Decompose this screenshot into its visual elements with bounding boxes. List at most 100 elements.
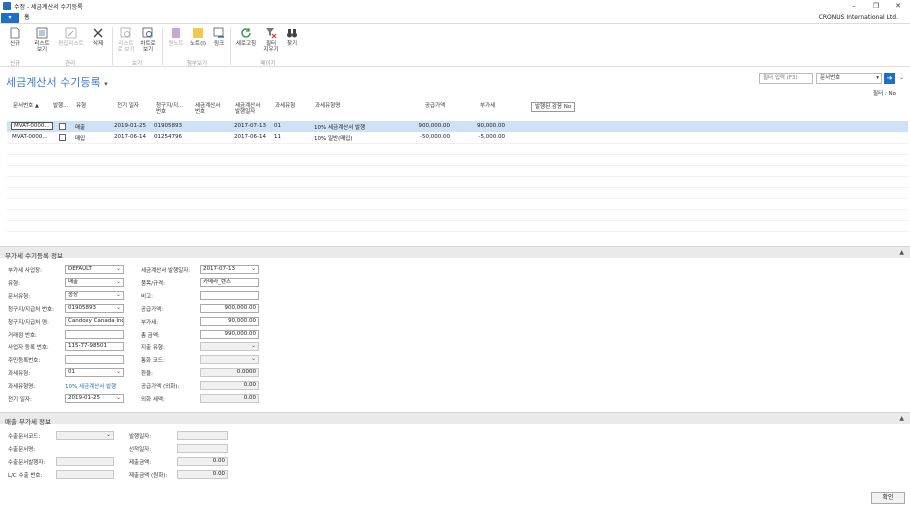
close-icon[interactable]: ✕ <box>888 1 908 11</box>
filter-input[interactable]: 필터 입력 (F3) <box>759 73 813 84</box>
field-label: 통화 코드: <box>141 358 165 365</box>
group-manage-label: 관리 <box>64 61 76 67</box>
field-value[interactable] <box>65 355 124 365</box>
field-label: L/C 수출 번호: <box>8 472 43 479</box>
field-value[interactable] <box>200 290 259 300</box>
field-label: 부가세 사업장: <box>8 268 42 274</box>
restore-icon[interactable]: ❐ <box>866 1 886 11</box>
field-label: 사업자 등록 번호: <box>8 345 49 352</box>
field-label: 총 금액: <box>141 332 160 339</box>
cell-doc-number[interactable]: MVAT-0000... <box>12 134 48 140</box>
list-view-button[interactable]: 리스트 보기 <box>30 27 54 57</box>
table-row[interactable]: MVAT-0000... 매출 2019-01-25 01905893 2017… <box>7 121 908 132</box>
field-label: 세금계산서 발행일자: <box>141 268 191 274</box>
field-value <box>56 431 114 440</box>
col-issued-no[interactable]: 발행된 감응 No <box>531 102 576 112</box>
col-issue-date[interactable]: 세금계산서 발행일자 <box>235 103 260 115</box>
field-value[interactable]: 카메라_렌즈 <box>200 277 259 287</box>
filter-field-select[interactable]: 문서번호 ▾ <box>816 73 882 84</box>
col-vat-type-name[interactable]: 과세유형명 <box>315 103 340 109</box>
field-value[interactable]: 송장 <box>65 290 124 300</box>
field-label: 공급가액: <box>141 306 164 313</box>
group-page-label: 페이지 <box>260 61 276 67</box>
vat-section-title: 부가세 수기등록 정보 <box>5 252 63 260</box>
field-value <box>56 469 114 479</box>
field-value[interactable]: Candoxy Canada Inc. <box>65 316 124 326</box>
clear-filter-label: 필터 지우기 <box>263 41 279 53</box>
field-value <box>200 342 259 352</box>
field-value[interactable]: 115-77-98501 <box>65 342 124 352</box>
col-tax-invoice-number[interactable]: 세금계산서 번호 <box>195 103 220 115</box>
list-view2-button[interactable]: 리스트 로 보기 <box>114 27 138 57</box>
vat-section-header[interactable]: 부가세 수기등록 정보 ▲ <box>0 246 910 260</box>
find-button[interactable]: 찾기 <box>280 27 304 57</box>
col-vat[interactable]: 부가세 <box>480 103 495 109</box>
refresh-icon <box>241 28 251 38</box>
collapse-chevron-icon[interactable]: ▲ <box>899 249 904 256</box>
issued-checkbox[interactable] <box>59 123 66 130</box>
chart-magnifier-icon <box>142 27 153 38</box>
grid-line <box>7 165 908 166</box>
ok-button[interactable]: 확인 <box>871 492 905 504</box>
edit-list-button[interactable]: 편집리스트 <box>56 27 86 57</box>
field-label: 비고: <box>141 293 153 300</box>
field-value[interactable]: 990,000.00 <box>200 329 259 339</box>
ribbon: 신규 리스트 보기 편집리스트 삭제 리스트 로 보기 차트로 보기 원노트 노… <box>0 23 910 67</box>
expand-chevron-icon[interactable]: ⌄ <box>899 74 904 81</box>
field-label: 청구지/지급처 번호: <box>8 306 54 313</box>
field-value[interactable]: 900,000.00 <box>200 303 259 313</box>
field-value[interactable]: 90,000.00 <box>200 316 259 326</box>
edit-list-icon <box>65 27 77 39</box>
company-name[interactable]: CRONUS International Ltd. <box>819 14 898 21</box>
chart-view-label: 차트로 보기 <box>140 41 156 53</box>
onenote-button[interactable]: 원노트 <box>164 27 188 57</box>
col-doc-number[interactable]: 문서번호 ▲ <box>13 103 39 109</box>
title-bar: 수정 - 세금계산서 수기등록 – ❐ ✕ <box>0 0 910 12</box>
refresh-button[interactable]: 새로고침 <box>234 27 258 57</box>
tab-home[interactable]: 홈 <box>24 13 30 23</box>
field-value[interactable]: 10% 세금계산서 발행 <box>65 382 116 390</box>
new-button[interactable]: 신규 <box>3 27 27 57</box>
field-value[interactable]: DEFAULT <box>65 265 124 274</box>
field-label: 거래점 번호: <box>8 332 37 339</box>
ribbon-separator <box>230 27 231 65</box>
col-vat-type[interactable]: 과세유형 <box>275 103 295 109</box>
field-label: 청구지/지급처 명: <box>8 319 49 326</box>
cell-vat-name: 10% 일반(매입) <box>314 136 353 142</box>
delete-button[interactable]: 삭제 <box>86 27 110 57</box>
col-supply-amount[interactable]: 공급가액 <box>425 103 445 109</box>
cell-doc-number[interactable]: MVAT-0000... <box>11 122 53 130</box>
collapse-chevron-icon[interactable]: ▲ <box>899 415 904 422</box>
table-row[interactable]: MVAT-0000... 매입 2017-06-14 01254796 2017… <box>7 132 908 143</box>
links-button[interactable]: 링크 <box>207 27 231 57</box>
filter-go-icon[interactable]: ➔ <box>884 73 895 84</box>
page-title: 세금계산서 수기등록 ▾ <box>6 76 108 89</box>
grid-line <box>7 143 908 144</box>
field-value[interactable]: 2017-07-13 <box>200 265 259 274</box>
file-tab[interactable]: ▾ <box>1 13 19 23</box>
link-icon <box>213 27 224 38</box>
field-label: 제출금액: <box>129 459 152 466</box>
field-label: 전기 일자: <box>8 397 32 403</box>
issued-checkbox[interactable] <box>59 134 66 141</box>
chart-view-button[interactable]: 차트로 보기 <box>136 27 160 57</box>
export-section-header[interactable]: 매출 부가세 정보 ▲ <box>0 412 910 426</box>
col-type[interactable]: 유형 <box>76 103 86 109</box>
grid-line <box>7 176 908 177</box>
field-value[interactable] <box>65 329 124 339</box>
field-value[interactable]: 매출 <box>65 277 124 287</box>
field-label: 선적일자: <box>129 446 152 453</box>
notes-label: 노트(I) <box>189 41 207 47</box>
field-value: 0.00 <box>177 456 228 466</box>
list-view-label: 리스트 보기 <box>34 41 50 53</box>
minimize-icon[interactable]: – <box>844 1 864 11</box>
field-value[interactable]: 01905893 <box>65 303 124 313</box>
field-value[interactable]: 2019-01-25 <box>65 394 124 403</box>
col-issued[interactable]: 발행... <box>53 103 68 109</box>
col-posting-date[interactable]: 전기 일자 <box>117 103 139 109</box>
field-label: 문서유형: <box>8 293 31 300</box>
col-bill-to-number[interactable]: 청구지/지... 번호 <box>156 103 183 115</box>
note-icon <box>193 28 203 38</box>
field-value[interactable]: 01 <box>65 368 124 378</box>
ribbon-separator <box>162 27 163 65</box>
